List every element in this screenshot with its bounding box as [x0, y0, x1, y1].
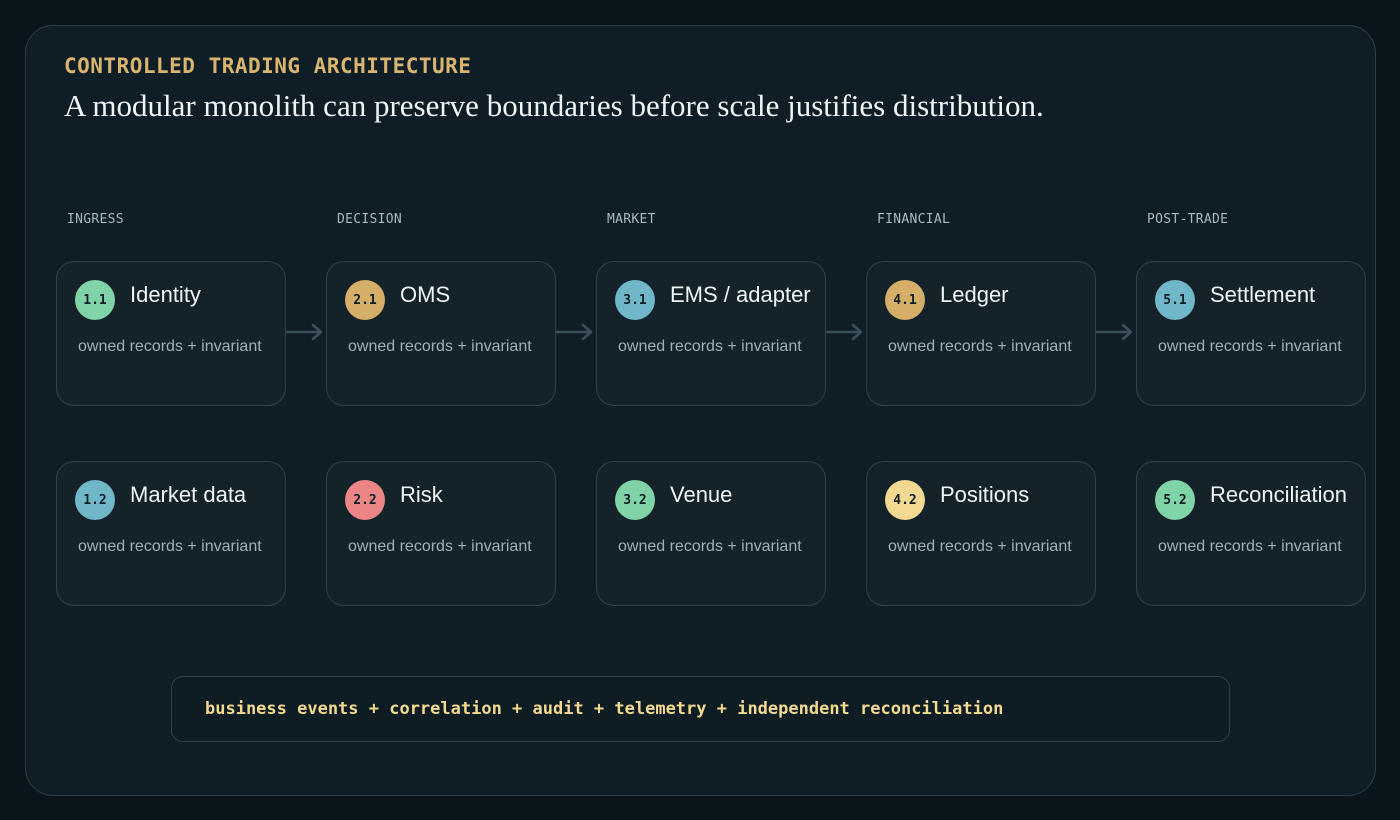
card-title: Ledger [940, 282, 1009, 307]
card-title: Positions [940, 482, 1030, 507]
headline: A modular monolith can preserve boundari… [64, 88, 1044, 123]
column-label-ingress: INGRESS [67, 212, 124, 227]
card-subtitle: owned records + invariant [888, 538, 1072, 555]
card-title: OMS [400, 282, 451, 307]
card-subtitle: owned records + invariant [348, 538, 532, 555]
arrow-right-icon [556, 323, 593, 341]
card-title: Reconciliation [1210, 482, 1347, 507]
badge-1-1: 1.1 [75, 280, 115, 320]
card-title: Venue [670, 482, 733, 507]
card-subtitle: owned records + invariant [1158, 338, 1342, 355]
card-ems-adapter[interactable]: 3.1 EMS / adapter owned records + invari… [596, 261, 826, 406]
card-title: Identity [130, 282, 201, 307]
card-market-data[interactable]: 1.2 Market data owned records + invarian… [56, 461, 286, 606]
badge-4-1: 4.1 [885, 280, 925, 320]
arrow-right-icon [286, 323, 323, 341]
card-reconciliation[interactable]: 5.2 Reconciliation owned records + invar… [1136, 461, 1366, 606]
column-label-decision: DECISION [337, 212, 403, 227]
column-label-financial: FINANCIAL [877, 212, 951, 227]
card-subtitle: owned records + invariant [348, 338, 532, 355]
card-oms[interactable]: 2.1 OMS owned records + invariant [326, 261, 556, 406]
badge-5-2: 5.2 [1155, 480, 1195, 520]
footer-bar: business events + correlation + audit + … [171, 676, 1230, 742]
card-venue[interactable]: 3.2 Venue owned records + invariant [596, 461, 826, 606]
card-title: Risk [400, 482, 443, 507]
card-subtitle: owned records + invariant [1158, 538, 1342, 555]
badge-4-2: 4.2 [885, 480, 925, 520]
badge-5-1: 5.1 [1155, 280, 1195, 320]
arrow-right-icon [1096, 323, 1133, 341]
card-title: Settlement [1210, 282, 1316, 307]
card-title: EMS / adapter [670, 282, 811, 307]
badge-3-2: 3.2 [615, 480, 655, 520]
badge-2-1: 2.1 [345, 280, 385, 320]
footer-text: business events + correlation + audit + … [205, 699, 1004, 719]
badge-2-2: 2.2 [345, 480, 385, 520]
badge-1-2: 1.2 [75, 480, 115, 520]
card-subtitle: owned records + invariant [78, 338, 262, 355]
card-risk[interactable]: 2.2 Risk owned records + invariant [326, 461, 556, 606]
column-label-market: MARKET [607, 212, 656, 227]
card-subtitle: owned records + invariant [618, 538, 802, 555]
card-subtitle: owned records + invariant [888, 338, 1072, 355]
card-identity[interactable]: 1.1 Identity owned records + invariant [56, 261, 286, 406]
card-subtitle: owned records + invariant [618, 338, 802, 355]
card-settlement[interactable]: 5.1 Settlement owned records + invariant [1136, 261, 1366, 406]
card-title: Market data [130, 482, 247, 507]
badge-3-1: 3.1 [615, 280, 655, 320]
card-subtitle: owned records + invariant [78, 538, 262, 555]
column-label-post-trade: POST-TRADE [1147, 212, 1229, 227]
eyebrow-title: CONTROLLED TRADING ARCHITECTURE [64, 54, 472, 78]
arrow-right-icon [826, 323, 863, 341]
card-ledger[interactable]: 4.1 Ledger owned records + invariant [866, 261, 1096, 406]
card-positions[interactable]: 4.2 Positions owned records + invariant [866, 461, 1096, 606]
